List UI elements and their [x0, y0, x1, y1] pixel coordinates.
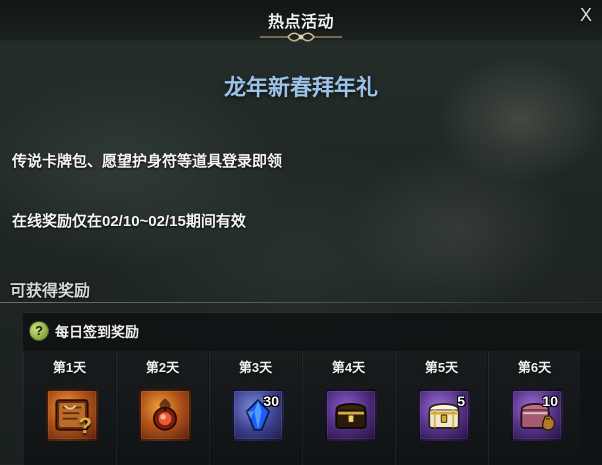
golden-chest-icon [335, 403, 367, 429]
reward-item-slot[interactable]: 5 [418, 389, 470, 441]
reward-item-slot[interactable]: 10 [511, 389, 563, 441]
reward-day-1: 第1天 ? [23, 351, 115, 465]
reward-item-slot[interactable] [325, 389, 377, 441]
rewards-section-divider [0, 302, 602, 303]
amulet-icon [153, 398, 177, 431]
close-icon[interactable]: X [576, 6, 596, 26]
event-description-line-1: 传说卡牌包、愿望护身符等道具登录即领 [12, 153, 283, 170]
reward-day-label: 第4天 [331, 360, 366, 375]
item-quantity: 10 [542, 393, 558, 409]
reward-day-label: 第5天 [424, 360, 459, 375]
reward-day-4: 第4天 [302, 351, 394, 465]
item-quantity: 5 [457, 393, 465, 409]
reward-day-3: 第3天 30 [209, 351, 301, 465]
reward-day-label: 第6天 [517, 360, 552, 375]
reward-item-slot[interactable] [139, 389, 191, 441]
daily-rewards-title: 每日签到奖励 [55, 324, 139, 340]
reward-day-label: 第2天 [145, 360, 180, 375]
reward-item-slot[interactable]: 30 [232, 389, 284, 441]
event-description-line-2: 在线奖励仅在02/10~02/15期间有效 [12, 213, 246, 230]
window-titlebar: 热点活动 X [0, 0, 602, 42]
event-title: 龙年新春拜年礼 [223, 75, 378, 100]
reward-day-5: 第5天 5 [395, 351, 487, 465]
rewards-section-title: 可获得奖励 [10, 283, 91, 300]
item-quantity: 30 [263, 393, 279, 409]
daily-rewards-row: 第1天 ? 第2天 第3天 30 第4天 第5天 5 第6天 10 [23, 351, 602, 465]
help-icon[interactable]: ? [29, 321, 49, 341]
reward-item-slot[interactable]: ? [46, 389, 98, 441]
daily-rewards-panel: ? 每日签到奖励 第1天 ? 第2天 第3天 30 第4天 第5天 5 第6天 … [22, 312, 602, 465]
reward-day-6: 第6天 10 [488, 351, 580, 465]
title-ornament-icon [260, 32, 342, 42]
reward-day-label: 第3天 [238, 360, 273, 375]
reward-day-label: 第1天 [52, 360, 87, 375]
reward-day-2: 第2天 [116, 351, 208, 465]
mystery-badge: ? [78, 413, 92, 438]
